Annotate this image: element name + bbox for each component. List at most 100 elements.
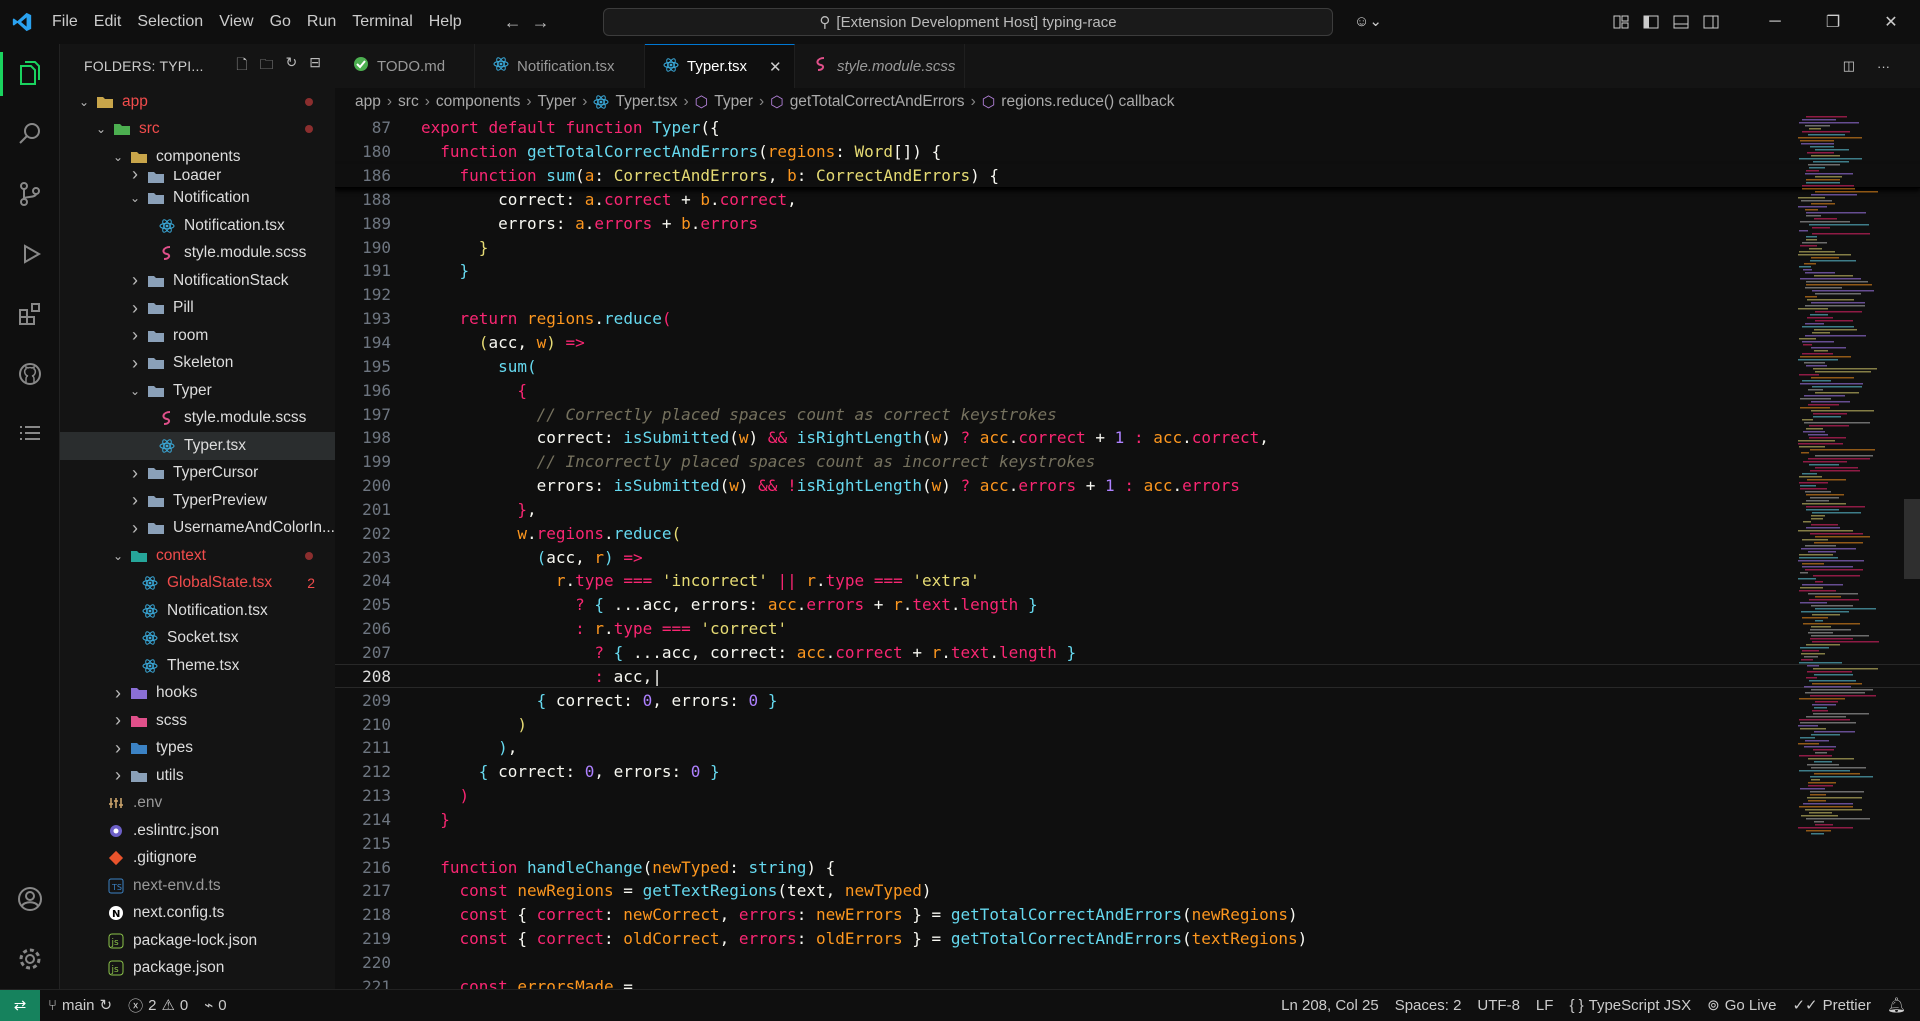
breadcrumb-item[interactable]: Typer <box>714 93 753 111</box>
split-editor-icon[interactable]: ◫ <box>1843 58 1855 74</box>
search-view-icon[interactable] <box>0 104 60 164</box>
code-line[interactable]: 210 ) <box>335 712 1920 736</box>
notifications-bell-icon[interactable]: 🔔︎ <box>1879 990 1920 1021</box>
breadcrumb-item[interactable]: Typer.tsx <box>615 93 677 111</box>
copilot-icon[interactable]: ☺⌄ <box>1354 12 1382 30</box>
more-actions-icon[interactable]: ··· <box>1877 59 1890 74</box>
command-center[interactable]: ⚲ [Extension Development Host] typing-ra… <box>603 8 1333 36</box>
menu-item-go[interactable]: Go <box>262 0 299 44</box>
code-line[interactable]: 193 return regions.reduce( <box>335 307 1920 331</box>
run-debug-icon[interactable] <box>0 224 60 284</box>
code-line[interactable]: 204 r.type === 'incorrect' || r.type ===… <box>335 569 1920 593</box>
tree-folder[interactable]: › scss <box>60 707 335 735</box>
code-line[interactable]: 191 } <box>335 259 1920 283</box>
code-line[interactable]: 203 (acc, r) => <box>335 545 1920 569</box>
tree-file[interactable]: Theme.tsx <box>60 652 335 680</box>
timeline-list-icon[interactable] <box>0 404 60 464</box>
tree-file[interactable]: Notification.tsx <box>60 597 335 625</box>
breadcrumb-item[interactable]: Typer <box>538 93 577 111</box>
code-line[interactable]: 201 }, <box>335 498 1920 522</box>
tree-file[interactable]: .eslintrc.json <box>60 817 335 845</box>
code-line[interactable]: 211 ), <box>335 736 1920 760</box>
code-editor[interactable]: 87 export default function Typer({180 fun… <box>335 116 1920 989</box>
tree-file[interactable]: Notification.tsx <box>60 212 335 240</box>
code-line[interactable]: 209 { correct: 0, errors: 0 } <box>335 688 1920 712</box>
code-line[interactable]: 192 <box>335 283 1920 307</box>
code-line[interactable]: 215 <box>335 831 1920 855</box>
close-tab-icon[interactable]: ✕ <box>769 58 782 76</box>
explorer-icon[interactable] <box>0 44 60 104</box>
breadcrumb-item[interactable]: src <box>398 93 419 111</box>
source-control-icon[interactable] <box>0 164 60 224</box>
tab-notification-tsx[interactable]: Notification.tsx <box>475 44 645 88</box>
forward-arrow-icon[interactable]: → <box>532 12 550 33</box>
prettier-button[interactable]: ✓✓ Prettier <box>1784 990 1879 1021</box>
tree-folder[interactable]: › types <box>60 735 335 763</box>
tree-file[interactable]: .gitignore <box>60 845 335 873</box>
breadcrumb-item[interactable]: components <box>436 93 520 111</box>
minimap[interactable] <box>1790 116 1900 989</box>
menu-item-help[interactable]: Help <box>421 0 470 44</box>
tree-file[interactable]: style.module.scss <box>60 405 335 433</box>
tree-folder[interactable]: ⌄ src <box>60 116 335 144</box>
tree-folder[interactable]: ⌄ context <box>60 542 335 570</box>
code-line[interactable]: 202 w.regions.reduce( <box>335 521 1920 545</box>
menu-item-file[interactable]: File <box>44 0 86 44</box>
toggle-panel-icon[interactable] <box>1666 14 1696 30</box>
new-folder-icon[interactable]: 🗀 <box>260 54 274 78</box>
tree-folder[interactable]: ⌄ app <box>60 88 335 116</box>
menu-item-selection[interactable]: Selection <box>129 0 211 44</box>
tree-file[interactable]: style.module.scss <box>60 240 335 268</box>
code-line[interactable]: 217 const newRegions = getTextRegions(te… <box>335 879 1920 903</box>
tree-folder[interactable]: › Skeleton <box>60 350 335 378</box>
code-line[interactable]: 213 ) <box>335 784 1920 808</box>
indentation[interactable]: Spaces: 2 <box>1387 990 1470 1021</box>
remote-indicator-icon[interactable]: ⇄ <box>0 989 40 1021</box>
tree-file[interactable]: TS next-env.d.ts <box>60 872 335 900</box>
settings-gear-icon[interactable] <box>0 929 60 989</box>
problems-item[interactable]: ⓧ 2 ⚠ 0 <box>120 990 196 1021</box>
menu-item-view[interactable]: View <box>211 0 261 44</box>
tree-file[interactable]: js package-lock.json <box>60 927 335 955</box>
code-line[interactable]: 188 correct: a.correct + b.correct, <box>335 188 1920 212</box>
breadcrumb-item[interactable]: regions.reduce() callback <box>1001 93 1174 111</box>
code-line[interactable]: 198 correct: isSubmitted(w) && isRightLe… <box>335 426 1920 450</box>
code-line[interactable]: 196 { <box>335 378 1920 402</box>
tree-file[interactable]: GlobalState.tsx 2 <box>60 570 335 598</box>
tree-folder[interactable]: › TyperPreview <box>60 487 335 515</box>
tree-folder[interactable]: › room <box>60 322 335 350</box>
tree-folder[interactable]: › Loader <box>60 171 335 185</box>
tree-file[interactable]: Nnext.config.ts <box>60 900 335 928</box>
tree-folder[interactable]: ⌄ Typer <box>60 377 335 405</box>
tab-typer-tsx[interactable]: Typer.tsx ✕ <box>645 44 795 88</box>
sticky-scroll-line[interactable]: 186 function sum(a: CorrectAndErrors, b:… <box>335 164 1920 188</box>
branch-item[interactable]: ⑂ main ↻ <box>40 990 120 1021</box>
tree-file[interactable]: Socket.tsx <box>60 625 335 653</box>
tree-file[interactable]: Typer.tsx <box>60 432 335 460</box>
tab-style-module-scss[interactable]: style.module.scss <box>795 44 965 88</box>
code-line[interactable]: 212 { correct: 0, errors: 0 } <box>335 760 1920 784</box>
restore-icon[interactable]: ❐ <box>1804 0 1862 44</box>
code-line[interactable]: 221 const errorsMade = <box>335 974 1920 989</box>
sticky-scroll-line[interactable]: 180 function getTotalCorrectAndErrors(re… <box>335 140 1920 164</box>
code-line[interactable]: 207 ? { ...acc, correct: acc.correct + r… <box>335 641 1920 665</box>
end-of-line[interactable]: LF <box>1528 990 1562 1021</box>
code-line[interactable]: 195 sum( <box>335 354 1920 378</box>
code-line[interactable]: 190 } <box>335 235 1920 259</box>
tree-folder[interactable]: › NotificationStack <box>60 267 335 295</box>
menu-item-terminal[interactable]: Terminal <box>344 0 420 44</box>
tree-folder[interactable]: › Pill <box>60 295 335 323</box>
tree-folder[interactable]: › TyperCursor <box>60 460 335 488</box>
sticky-scroll-line[interactable]: 87 export default function Typer({ <box>335 116 1920 140</box>
code-line[interactable]: 219 const { correct: oldCorrect, errors:… <box>335 927 1920 951</box>
code-line[interactable]: 194 (acc, w) => <box>335 331 1920 355</box>
menu-item-edit[interactable]: Edit <box>86 0 130 44</box>
extensions-icon[interactable] <box>0 284 60 344</box>
go-live-button[interactable]: ⊚ Go Live <box>1699 990 1784 1021</box>
toggle-secondary-sidebar-icon[interactable] <box>1696 14 1726 30</box>
customize-layout-icon[interactable] <box>1606 14 1636 30</box>
breadcrumb-item[interactable]: app <box>355 93 381 111</box>
code-line[interactable]: 189 errors: a.errors + b.errors <box>335 211 1920 235</box>
tab-todo-md[interactable]: TODO.md <box>335 44 475 88</box>
menu-item-run[interactable]: Run <box>299 0 344 44</box>
